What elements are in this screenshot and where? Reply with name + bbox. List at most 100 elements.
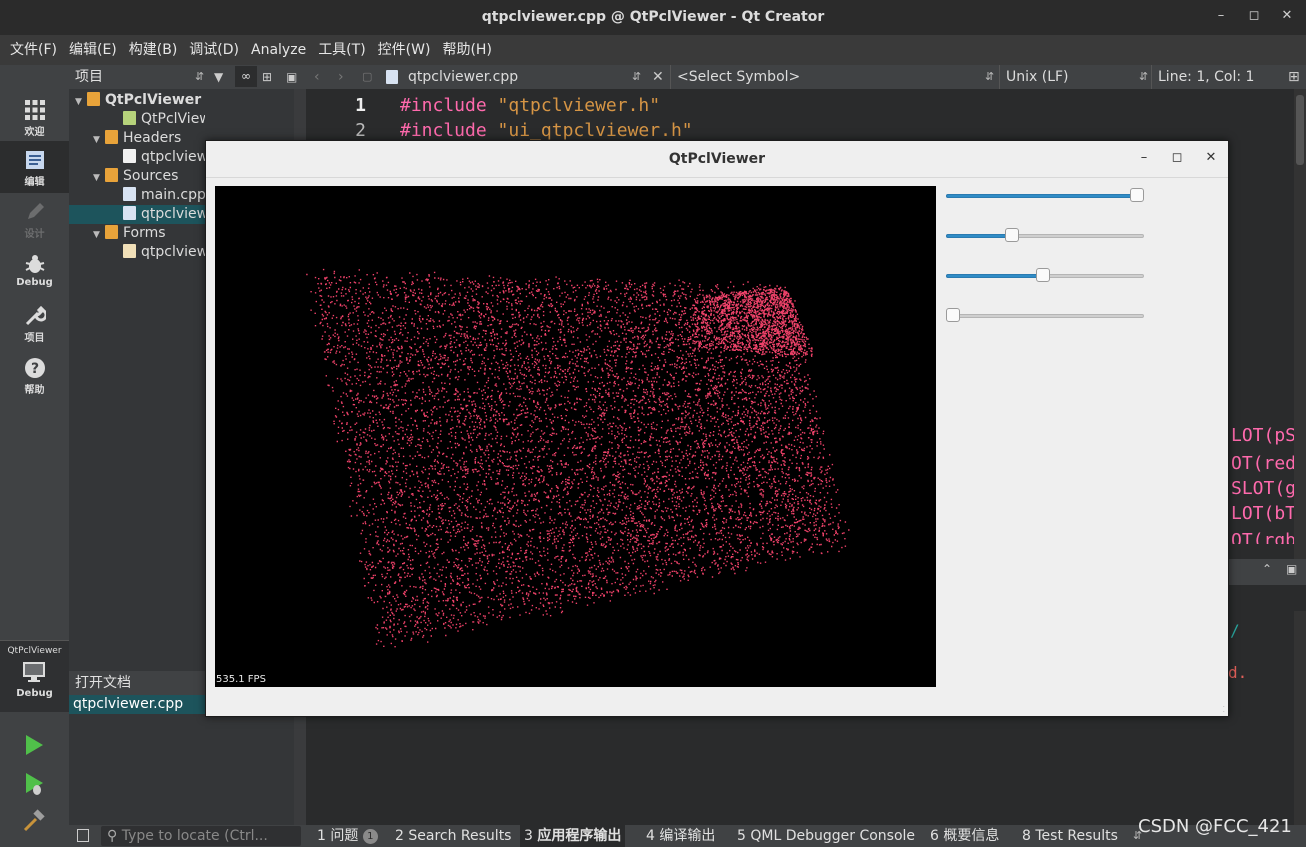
tab-label: QML Debugger Console — [750, 828, 916, 844]
line-ending-selector[interactable]: Unix (LF) — [1006, 65, 1069, 89]
cpp-file-icon — [123, 187, 136, 201]
expand-arrow-icon[interactable]: ▼ — [93, 226, 105, 243]
menu-item[interactable]: 帮助(H) — [436, 35, 497, 65]
output-tab[interactable]: 3 应用程序输出 — [520, 825, 626, 847]
menu-item[interactable]: 工具(T) — [312, 35, 371, 65]
collapse-up-icon[interactable]: ⌃ — [1262, 562, 1272, 576]
build-hammer-icon[interactable] — [22, 809, 46, 833]
line-number: 1 — [355, 95, 366, 116]
desktop: qtpclviewer.cpp @ QtPclViewer - Qt Creat… — [0, 0, 1306, 847]
open-documents-title: 打开文档 — [75, 675, 131, 691]
mode-edit[interactable]: 编辑 — [0, 141, 69, 193]
debug-run-icon[interactable] — [22, 771, 46, 797]
issue-count-badge: 1 — [362, 829, 378, 844]
tree-item[interactable]: ▼ QtPclViewer — [69, 91, 205, 110]
tree-item-label: Headers — [123, 130, 182, 146]
output-tab[interactable]: 5 QML Debugger Console — [733, 825, 919, 847]
app-close-icon[interactable]: ✕ — [1194, 141, 1228, 177]
back-icon[interactable]: ‹ — [314, 65, 320, 89]
code-line: #include "qtpclviewer.h" — [400, 95, 660, 116]
tree-item[interactable]: qtpclviewer.h — [69, 148, 205, 167]
maximize-panel-icon[interactable]: ▣ — [1286, 562, 1297, 576]
tree-item[interactable]: ▼ Headers — [69, 129, 205, 148]
expand-arrow-icon[interactable]: ▼ — [93, 169, 105, 186]
slider-handle[interactable] — [946, 308, 960, 322]
filter-icon[interactable]: ▼ — [214, 65, 223, 89]
close-icon[interactable]: ✕ — [1270, 0, 1304, 34]
slider-fill — [946, 194, 1137, 198]
close-panel-icon[interactable]: ▣ — [286, 65, 297, 89]
forward-icon[interactable]: › — [338, 65, 344, 89]
tree-item[interactable]: ▼ Sources — [69, 167, 205, 186]
app-maximize-icon[interactable]: ◻ — [1160, 141, 1194, 177]
green-slider[interactable] — [946, 268, 1144, 284]
kit-project: QtPclViewer — [7, 646, 62, 656]
mode-help[interactable]: ? 帮助 — [0, 349, 69, 401]
header-file-icon — [123, 149, 136, 163]
split-icon[interactable]: ⊞ — [262, 65, 272, 89]
monitor-icon — [22, 662, 45, 682]
menu-item[interactable]: 文件(F) — [4, 35, 63, 65]
app-minimize-icon[interactable]: – — [1127, 141, 1161, 177]
mode-projects[interactable]: 项目 — [0, 297, 69, 349]
run-icon[interactable] — [22, 733, 46, 757]
expand-arrow-icon[interactable]: ▼ — [93, 131, 105, 148]
line-number: 2 — [355, 120, 366, 141]
projects-panel-header: 项目 ⇵ ▼ ∞ ⊞ ▣ — [69, 65, 306, 89]
window-title: qtpclviewer.cpp @ QtPclViewer - Qt Creat… — [481, 9, 825, 25]
tree-item[interactable]: ▼ Forms — [69, 224, 205, 243]
symbol-selector[interactable]: <Select Symbol> — [677, 65, 800, 89]
output-tab[interactable]: 6 概要信息 — [926, 825, 1003, 847]
close-document-icon[interactable]: ✕ — [652, 65, 664, 89]
tree-item-label: QtPclViewer.pro — [141, 111, 205, 127]
scrollbar-thumb[interactable] — [1296, 95, 1304, 165]
tab-label: 应用程序输出 — [537, 828, 622, 844]
file-selector[interactable]: qtpclviewer.cpp — [408, 65, 518, 89]
expand-arrow-icon[interactable]: ▼ — [75, 93, 87, 110]
editor-scrollbar[interactable] — [1294, 89, 1306, 559]
symbol-dropdown-icon[interactable]: ⇵ — [985, 65, 994, 89]
link-icon[interactable]: ∞ — [235, 66, 257, 87]
menu-item[interactable]: 编辑(E) — [63, 35, 123, 65]
menu-item[interactable]: 调试(D) — [183, 35, 245, 65]
mode-debug[interactable]: Debug — [0, 245, 69, 297]
code-fragment: LOT(bT — [1231, 503, 1297, 524]
mode-design[interactable]: 设计 — [0, 193, 69, 245]
kit-selector[interactable]: QtPclViewer Debug — [0, 640, 69, 712]
split-editor-icon[interactable]: ⊞ — [1288, 65, 1300, 89]
point-size-slider[interactable] — [946, 188, 1144, 204]
menu-item[interactable]: Analyze — [245, 35, 312, 65]
blue-slider[interactable] — [946, 308, 1144, 324]
locator-placeholder: Type to locate (Ctrl... — [121, 828, 268, 844]
line-ending-dropdown-icon[interactable]: ⇵ — [1139, 65, 1148, 89]
point-cloud-viewport[interactable]: 535.1 FPS — [215, 186, 936, 687]
view-switch-icon[interactable]: ⇵ — [195, 65, 204, 89]
slider-handle[interactable] — [1130, 188, 1144, 202]
output-tab[interactable]: 2 Search Results — [391, 825, 515, 847]
minimize-icon[interactable]: – — [1204, 0, 1238, 34]
output-tab[interactable]: 1 问题 1 — [313, 825, 382, 847]
tree-item[interactable]: main.cpp — [69, 186, 205, 205]
edit-icon — [25, 151, 44, 169]
tree-item[interactable]: qtpclviewer.ui — [69, 243, 205, 262]
menu-item[interactable]: 构建(B) — [123, 35, 184, 65]
tree-item[interactable]: QtPclViewer.pro — [69, 110, 205, 129]
slider-handle[interactable] — [1004, 228, 1019, 242]
slider-handle[interactable] — [1036, 268, 1051, 282]
sidebar-toggle-icon[interactable] — [77, 829, 89, 842]
headers-folder-icon — [105, 130, 118, 144]
output-tab[interactable]: 4 编译输出 — [642, 825, 719, 847]
point-cloud — [306, 268, 850, 648]
menu-item[interactable]: 控件(W) — [372, 35, 437, 65]
red-slider[interactable] — [946, 228, 1144, 244]
tab-number: 3 — [524, 828, 533, 844]
search-icon: ⚲ — [107, 828, 118, 844]
output-scrollbar[interactable] — [1294, 611, 1306, 825]
resize-grip-icon[interactable]: ⁚ — [1222, 705, 1225, 714]
mode-welcome[interactable]: 欢迎 — [0, 91, 69, 143]
output-tab[interactable]: 8 Test Results — [1018, 825, 1122, 847]
cursor-position: Line: 1, Col: 1 — [1158, 69, 1255, 85]
maximize-icon[interactable]: ◻ — [1237, 0, 1271, 34]
locator-input[interactable]: ⚲ Type to locate (Ctrl... — [101, 826, 301, 846]
file-dropdown-icon[interactable]: ⇵ — [632, 65, 641, 89]
